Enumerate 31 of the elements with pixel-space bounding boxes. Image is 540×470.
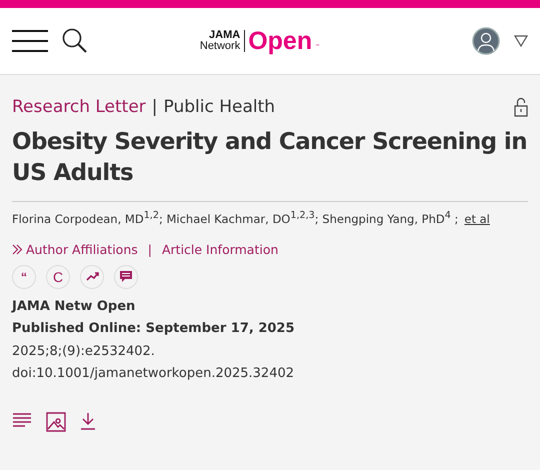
cite-button[interactable]: “ xyxy=(12,264,36,289)
double-chevron-icon xyxy=(12,244,23,255)
menu-button[interactable] xyxy=(12,30,48,52)
metrics-button[interactable] xyxy=(80,264,104,289)
et-al-link[interactable]: et al xyxy=(464,212,490,226)
comment-icon xyxy=(120,270,132,283)
citation: 2025;8;(9):e2532402. xyxy=(12,342,156,361)
journal-name: JAMA Netw Open xyxy=(12,298,136,316)
doi: doi:10.1001/jamanetworkopen.2025.32402 xyxy=(12,365,296,384)
logo-text: JAMA xyxy=(209,30,240,41)
image-icon[interactable] xyxy=(46,412,66,432)
logo-text: Network xyxy=(200,41,240,52)
article-title: Obesity Severity and Cancer Screening in US Adults xyxy=(12,128,528,188)
search-button[interactable] xyxy=(62,28,88,54)
account-avatar-button[interactable] xyxy=(472,27,500,55)
separator: | xyxy=(152,97,158,117)
article-information-link[interactable]: Article Information xyxy=(162,242,278,257)
article-type: Research Letter xyxy=(12,97,146,117)
text-lines-icon[interactable] xyxy=(12,412,32,428)
author-list: Florina Corpodean, MD$^{1,2}$; Michael Kachmar, DO$^{1,2,3}$; Shengping Yang, PhD$^{4}$ ; xyxy=(12,210,458,226)
logo-word: Open xyxy=(248,26,312,56)
open-lock-icon xyxy=(514,97,528,117)
trend-line-icon xyxy=(86,272,98,282)
separator: | xyxy=(148,242,152,257)
article-section: Public Health xyxy=(164,97,276,117)
publication-date: Published Online: September 17, 2025 xyxy=(12,320,296,338)
comment-button[interactable] xyxy=(114,264,138,289)
permissions-button[interactable]: C xyxy=(46,264,70,289)
author-affiliations-link[interactable]: Author Affiliations xyxy=(12,242,138,257)
dropdown-caret-icon[interactable] xyxy=(514,35,528,47)
download-icon[interactable] xyxy=(80,412,96,430)
